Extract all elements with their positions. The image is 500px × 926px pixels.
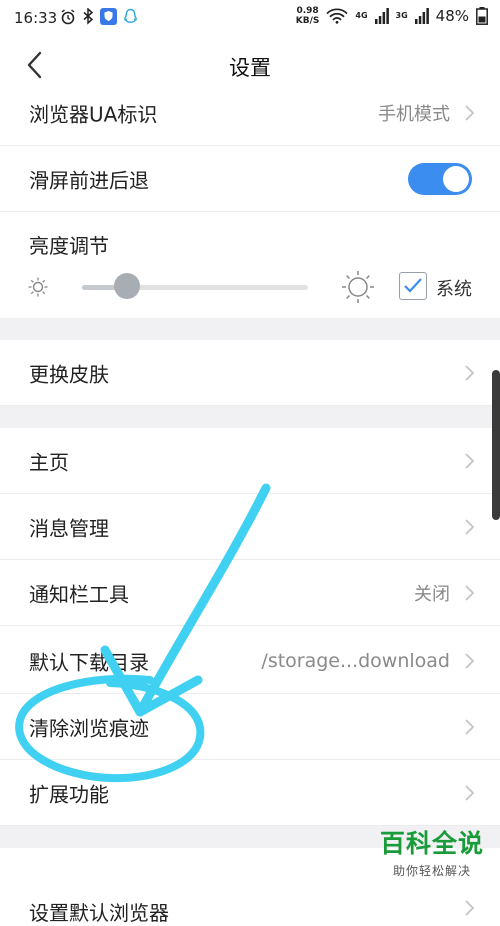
chevron-right-icon	[465, 364, 475, 381]
network-4g-label: 4G	[355, 11, 368, 20]
network-speed: 0.98 KB/S	[295, 6, 320, 26]
row-label: 浏览器UA标识	[29, 102, 158, 126]
row-label: 设置默认浏览器	[29, 901, 169, 925]
brightness-section: 亮度调节 系统	[0, 224, 500, 320]
scrollbar[interactable]	[492, 370, 500, 520]
row-label: 更换皮肤	[29, 362, 109, 386]
status-time: 16:33	[14, 9, 58, 27]
wifi-icon	[326, 8, 348, 24]
signal-3g-icon	[414, 8, 429, 24]
checkmark-icon	[404, 278, 422, 293]
battery-level: 48%	[435, 7, 469, 25]
row-notification-tools[interactable]: 通知栏工具 关闭	[0, 560, 500, 626]
chevron-right-icon	[465, 784, 475, 801]
battery-icon	[476, 7, 488, 25]
bluetooth-icon	[83, 8, 94, 25]
chevron-right-icon	[465, 900, 475, 916]
chevron-right-icon	[465, 104, 475, 121]
row-label: 消息管理	[29, 516, 109, 540]
page-title: 设置	[229, 56, 271, 80]
watermark-main: 百科全说	[379, 829, 484, 858]
row-label: 默认下载目录	[29, 650, 149, 674]
watermark-sub: 助你轻松解决	[392, 864, 471, 878]
chevron-right-icon	[465, 584, 475, 601]
row-clear-history[interactable]: 清除浏览痕迹	[0, 694, 500, 760]
chevron-right-icon	[465, 718, 475, 735]
row-value: /storage...download	[261, 649, 450, 672]
shield-app-icon	[100, 8, 117, 25]
watermark-logo: 百科全说 助你轻松解决	[380, 824, 484, 879]
system-label: 系统	[436, 279, 472, 300]
signal-4g-icon	[374, 8, 389, 24]
row-label: 扩展功能	[29, 782, 109, 806]
toggle-knob	[443, 165, 469, 192]
section-divider	[0, 406, 500, 428]
row-browser-ua[interactable]: 浏览器UA标识 手机模式	[0, 80, 500, 146]
row-label: 通知栏工具	[29, 582, 129, 606]
row-extensions[interactable]: 扩展功能	[0, 760, 500, 826]
row-swipe-navigation: 滑屏前进后退	[0, 146, 500, 212]
row-label: 滑屏前进后退	[29, 168, 149, 192]
system-brightness-checkbox[interactable]	[399, 272, 427, 300]
slider-thumb[interactable]	[114, 273, 141, 299]
qq-icon	[124, 8, 137, 23]
alarm-icon	[61, 8, 75, 24]
row-homepage[interactable]: 主页	[0, 428, 500, 494]
brightness-label: 亮度调节	[29, 234, 109, 258]
row-download-directory[interactable]: 默认下载目录 /storage...download	[0, 628, 500, 694]
row-label: 主页	[29, 450, 69, 474]
row-label: 清除浏览痕迹	[29, 716, 149, 740]
brightness-high-icon	[342, 271, 374, 303]
row-value: 手机模式	[378, 103, 450, 125]
row-change-skin[interactable]: 更换皮肤	[0, 340, 500, 406]
row-value: 关闭	[414, 583, 450, 605]
chevron-right-icon	[465, 652, 475, 669]
chevron-right-icon	[465, 452, 475, 469]
chevron-right-icon	[465, 518, 475, 535]
row-message-management[interactable]: 消息管理	[0, 494, 500, 560]
network-3g-label: 3G	[395, 11, 408, 20]
section-divider	[0, 318, 500, 340]
brightness-low-icon	[28, 277, 48, 297]
swipe-toggle[interactable]	[408, 162, 472, 195]
status-bar: 16:33 0.98 KB/S 4G 3G 48%	[0, 0, 500, 36]
